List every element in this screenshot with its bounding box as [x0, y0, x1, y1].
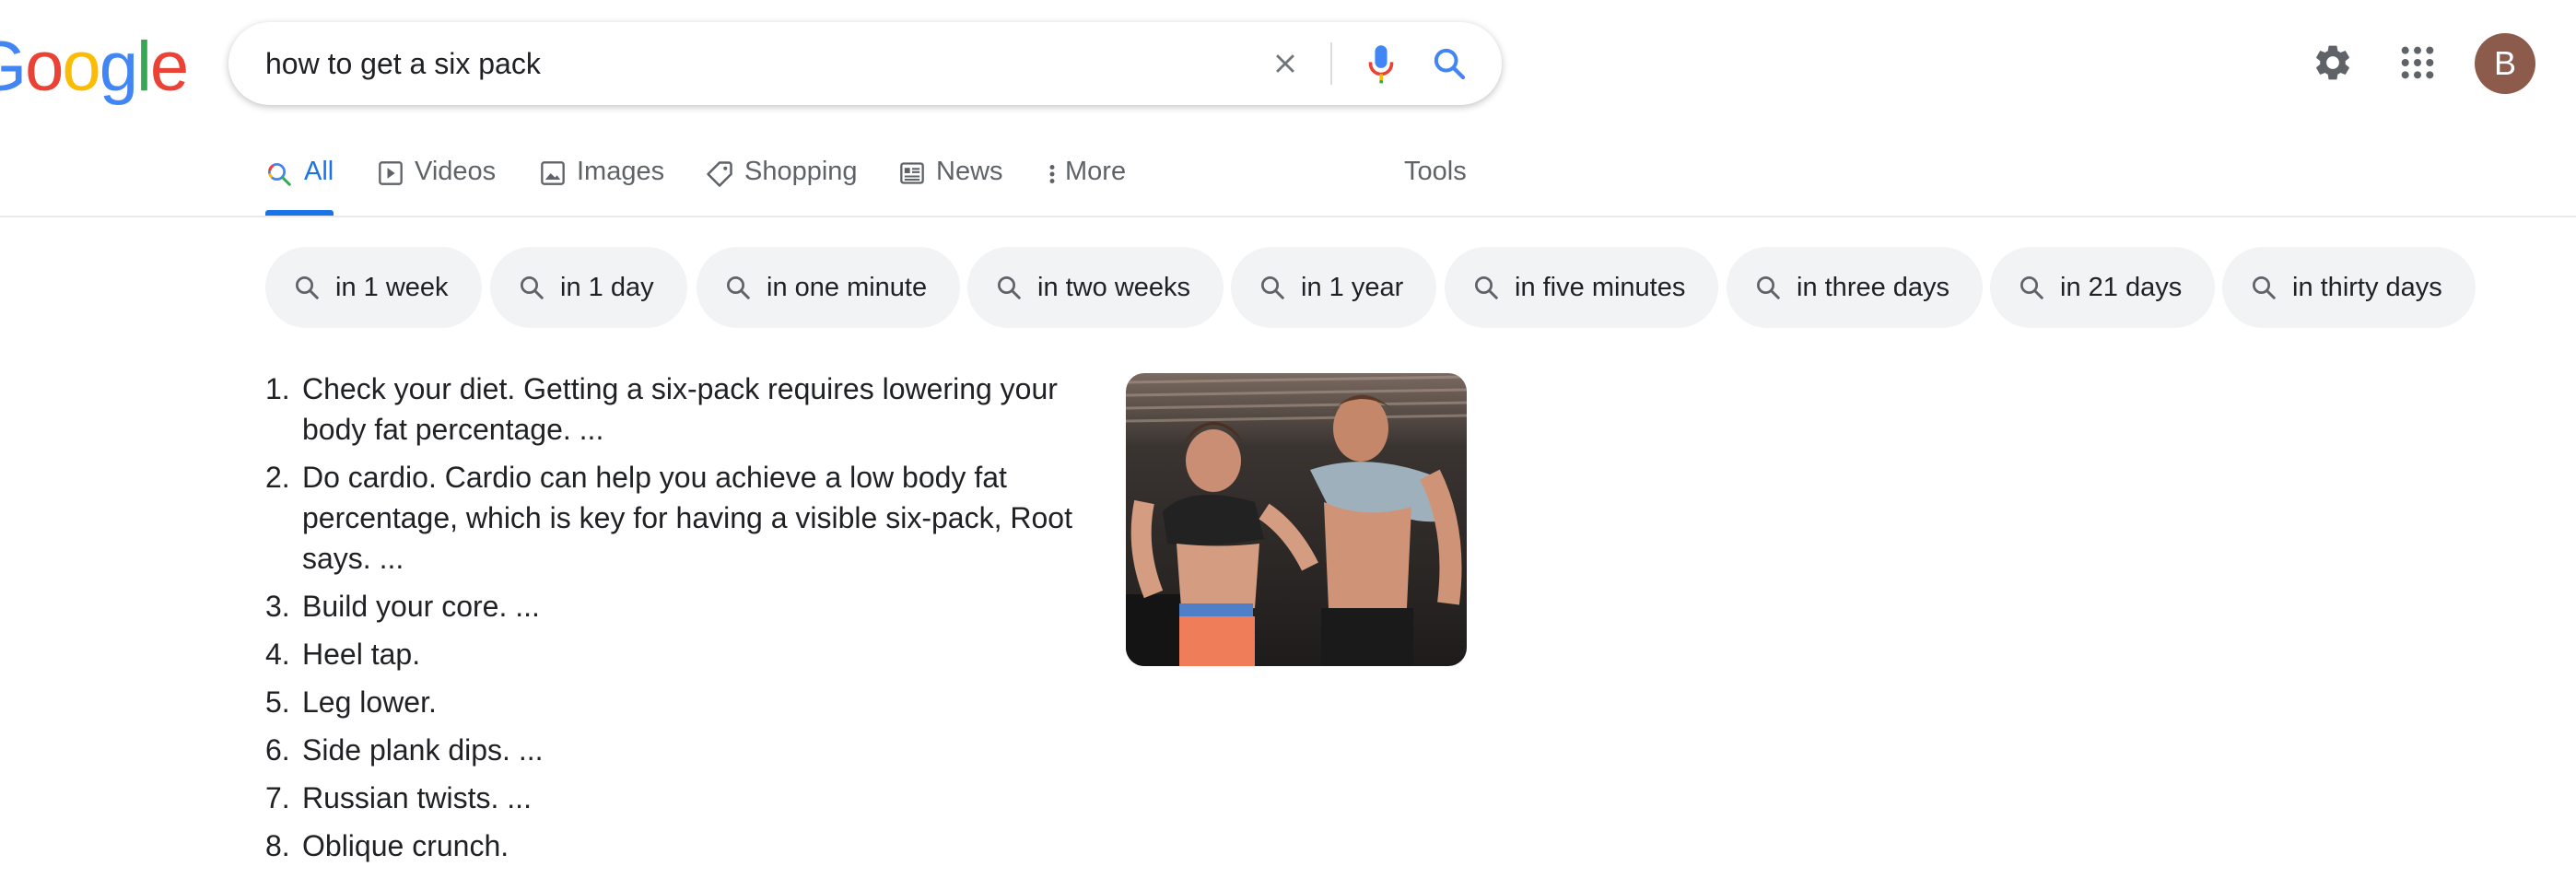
- search-icon: [998, 276, 1021, 299]
- more-vert-icon: [1047, 160, 1058, 188]
- chip-label: in 1 year: [1301, 272, 1404, 302]
- apps-grid-icon: [2401, 46, 2434, 79]
- list-item: 1. Check your diet. Getting a six-pack re…: [265, 369, 1095, 450]
- search-icon: [1757, 276, 1780, 299]
- tag-icon: [706, 160, 733, 188]
- gear-icon: [2316, 45, 2349, 80]
- chip[interactable]: in five minutes: [1445, 247, 1719, 328]
- step-text: Side plank dips. ...: [302, 733, 544, 767]
- search-icon: [521, 276, 544, 299]
- voice-search-button[interactable]: [1354, 37, 1408, 90]
- featured-snippet-list: 1. Check your diet. Getting a six-pack re…: [265, 369, 1095, 873]
- chip-label: in one minute: [767, 272, 928, 302]
- video-icon: [378, 160, 404, 186]
- close-icon: [1276, 54, 1294, 73]
- chip-label: in 21 days: [2060, 272, 2183, 302]
- search-icon: [727, 276, 750, 299]
- clear-button[interactable]: [1260, 39, 1310, 88]
- chip[interactable]: in 1 day: [490, 247, 687, 328]
- tab-label: News: [936, 157, 1003, 186]
- search-icon: [2253, 276, 2276, 299]
- step-number: 5.: [265, 685, 290, 719]
- chip-label: in five minutes: [1515, 272, 1686, 302]
- tab-all[interactable]: All: [265, 157, 334, 217]
- list-item: 8. Oblique crunch.: [265, 826, 1095, 866]
- search-icon: [296, 276, 319, 299]
- image-icon: [540, 160, 566, 186]
- tab-label: More: [1065, 157, 1127, 186]
- chip[interactable]: in 1 week: [265, 247, 482, 328]
- news-icon: [899, 160, 925, 186]
- logo-letter: G: [0, 32, 27, 102]
- tab-label: Shopping: [744, 157, 858, 186]
- list-item: 6. Side plank dips. ...: [265, 730, 1095, 770]
- chip[interactable]: in two weeks: [967, 247, 1224, 328]
- tabs-divider: [0, 216, 2576, 217]
- tab-shopping[interactable]: Shopping: [706, 157, 858, 217]
- search-icon: [1475, 276, 1498, 299]
- search-icon: [1261, 276, 1284, 299]
- tab-more[interactable]: More: [1047, 157, 1126, 217]
- search-icon: [2020, 276, 2043, 299]
- search-icon: [1434, 48, 1466, 80]
- refinement-chips: in 1 week in 1 day in one minute in two …: [265, 247, 2550, 330]
- list-item: 2. Do cardio. Cardio can help you achieve…: [265, 457, 1095, 579]
- step-number: 2.: [265, 461, 290, 494]
- chip-label: in two weeks: [1037, 272, 1191, 302]
- search-input[interactable]: [265, 42, 1187, 85]
- step-number: 8.: [265, 829, 290, 862]
- chip[interactable]: in thirty days: [2222, 247, 2476, 328]
- step-number: 4.: [265, 638, 290, 671]
- step-number: 7.: [265, 781, 290, 814]
- tab-label: All: [304, 157, 334, 186]
- list-item: 3. Build your core. ...: [265, 586, 1095, 627]
- step-number: 3.: [265, 590, 290, 623]
- tab-images[interactable]: Images: [540, 157, 664, 217]
- tab-videos[interactable]: Videos: [378, 157, 496, 217]
- step-text: Build your core. ...: [302, 590, 540, 623]
- step-text: Heel tap.: [302, 638, 421, 671]
- chip[interactable]: in 1 year: [1231, 247, 1437, 328]
- google-logo[interactable]: Google: [0, 28, 189, 106]
- step-text: Russian twists. ...: [302, 781, 532, 814]
- chip[interactable]: in three days: [1727, 247, 1984, 328]
- apps-button[interactable]: [2390, 35, 2445, 90]
- logo-letter: o: [25, 28, 64, 106]
- logo-letter: e: [149, 28, 189, 106]
- chip[interactable]: in 21 days: [1990, 247, 2216, 328]
- list-item: 7. Russian twists. ...: [265, 778, 1095, 818]
- logo-letter: o: [62, 28, 100, 106]
- step-text: Oblique crunch.: [302, 829, 509, 862]
- chip-label: in three days: [1797, 272, 1950, 302]
- list-item: 5. Leg lower.: [265, 682, 1095, 722]
- avatar-letter: B: [2493, 44, 2516, 82]
- list-item: 4. Heel tap.: [265, 634, 1095, 674]
- search-icon: [265, 160, 293, 188]
- logo-letter: l: [135, 28, 152, 106]
- search-tabs: All Videos Images Shopping News More Too…: [265, 157, 1555, 217]
- step-text: Do cardio. Cardio can help you achieve a…: [302, 461, 1072, 575]
- tab-label: Tools: [1404, 157, 1467, 186]
- step-text: Check your diet. Getting a six-pack requ…: [302, 372, 1058, 446]
- chip-label: in thirty days: [2292, 272, 2442, 302]
- tab-tools[interactable]: Tools: [1404, 157, 1467, 217]
- step-number: 1.: [265, 372, 290, 405]
- microphone-icon: [1368, 45, 1394, 84]
- chip-label: in 1 day: [560, 272, 654, 302]
- chip[interactable]: in one minute: [697, 247, 961, 328]
- chip-label: in 1 week: [335, 272, 449, 302]
- account-avatar[interactable]: B: [2475, 33, 2535, 94]
- featured-snippet-image[interactable]: [1126, 373, 1467, 666]
- tab-label: Images: [577, 157, 665, 186]
- tab-label: Videos: [415, 157, 497, 186]
- step-number: 6.: [265, 733, 290, 767]
- search-button[interactable]: [1423, 37, 1476, 90]
- search-box: [228, 22, 1502, 105]
- tab-news[interactable]: News: [899, 157, 1003, 217]
- step-text: Leg lower.: [302, 685, 437, 719]
- search-divider: [1330, 42, 1332, 85]
- settings-button[interactable]: [2305, 35, 2360, 90]
- logo-letter: g: [99, 28, 138, 106]
